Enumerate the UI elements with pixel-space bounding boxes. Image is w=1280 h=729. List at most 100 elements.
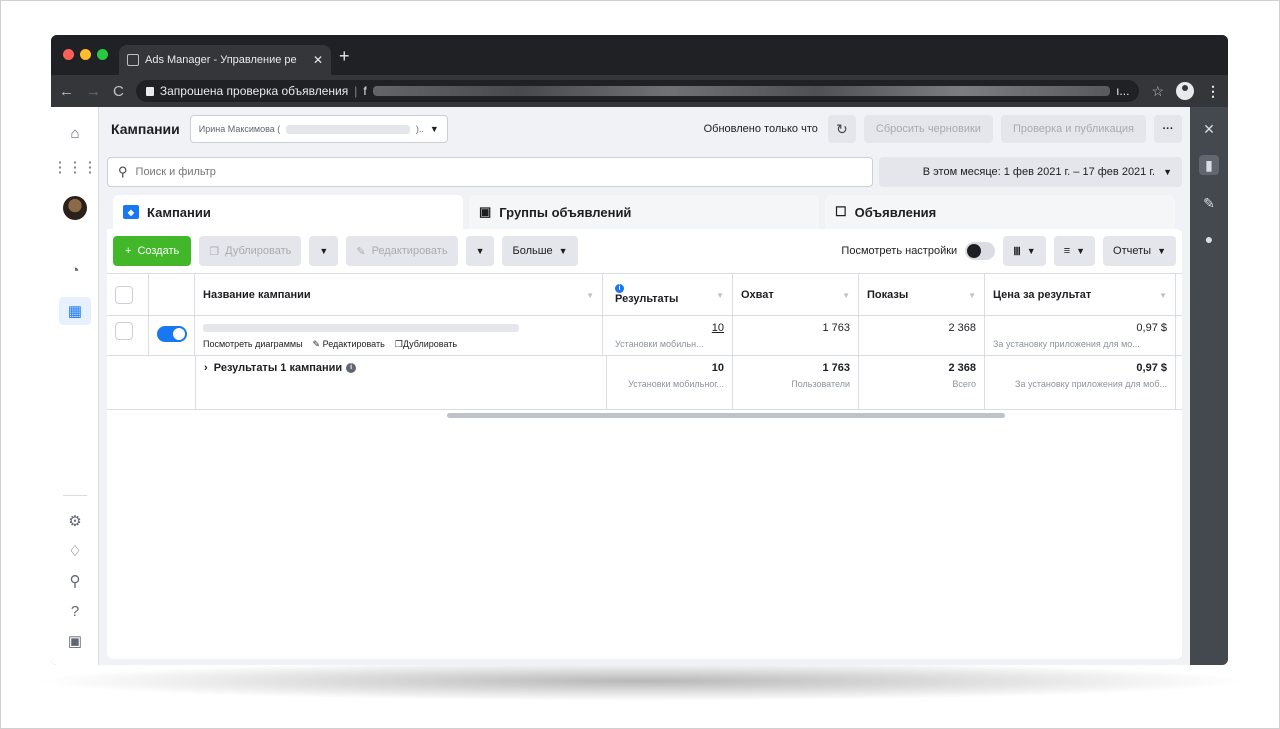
pencil-icon[interactable]: ✎ xyxy=(1199,193,1219,213)
sort-icon: ▼ xyxy=(716,290,724,300)
close-window-button[interactable] xyxy=(63,49,74,60)
home-icon[interactable]: ⌂ xyxy=(65,123,85,143)
screenshot-frame: Ads Manager - Управление ре ✕ + ← → C За… xyxy=(0,0,1280,729)
table-toolbar: + Создать ❐ Дублировать ▼ ✎ Редактироват… xyxy=(113,235,1176,267)
summary-blank-cell xyxy=(107,356,195,409)
history-clock-icon[interactable]: ● xyxy=(1199,229,1219,249)
summary-impressions-type: Всего xyxy=(952,379,976,389)
breakdown-icon: ≡ xyxy=(1063,245,1071,257)
bookmark-star-icon[interactable]: ☆ xyxy=(1151,83,1164,100)
row-duplicate-link[interactable]: ❐Дублировать xyxy=(395,339,457,350)
horizontal-scrollbar[interactable] xyxy=(447,413,1005,418)
column-header-cost-label: Цена за результат xyxy=(993,288,1092,301)
search-icon[interactable]: ⚲ xyxy=(65,571,85,591)
tab-bar: Ads Manager - Управление ре ✕ + xyxy=(51,35,1228,75)
summary-label-cell[interactable]: › Результаты 1 кампании i xyxy=(195,356,607,409)
row-checkbox[interactable] xyxy=(115,322,133,340)
close-panel-icon[interactable]: ✕ xyxy=(1199,119,1219,139)
tab-campaigns[interactable]: ◆ Кампании xyxy=(113,195,463,229)
refresh-button[interactable]: ↻ xyxy=(827,115,856,143)
summary-reach-value: 1 763 xyxy=(822,362,850,374)
address-text: Запрошена проверка объявления xyxy=(159,84,349,98)
info-icon[interactable]: i xyxy=(346,363,357,374)
account-name: Ирина Максимова ( xyxy=(198,124,281,134)
reset-drafts-button[interactable]: Сбросить черновики xyxy=(863,115,993,143)
row-edit-link[interactable]: ✎ Редактировать xyxy=(313,339,385,350)
date-range-picker[interactable]: В этом месяце: 1 фев 2021 г. – 17 фев 20… xyxy=(879,157,1182,187)
search-input[interactable] xyxy=(135,166,862,178)
create-button[interactable]: + Создать xyxy=(113,236,192,266)
campaign-name-cell: Посмотреть диаграммы ✎ Редактировать ❐Ду… xyxy=(195,316,603,355)
duplicate-button[interactable]: ❐ Дублировать xyxy=(199,236,302,266)
results-type: Установки мобильн... xyxy=(615,339,704,349)
more-actions-label: Больше xyxy=(512,245,553,257)
browser-tab[interactable]: Ads Manager - Управление ре ✕ xyxy=(119,45,331,75)
column-header-name[interactable]: Название кампании ▼ xyxy=(195,274,603,315)
back-icon[interactable]: ← xyxy=(59,83,74,100)
duplicate-icon: ❐ xyxy=(209,245,220,258)
row-edit-label: Редактировать xyxy=(322,339,385,349)
account-suffix: ).. xyxy=(415,124,424,134)
column-header-impressions[interactable]: Показы ▼ xyxy=(859,274,985,315)
maximize-window-button[interactable] xyxy=(97,49,108,60)
edit-label: Редактировать xyxy=(371,245,448,257)
address-bar[interactable]: Запрошена проверка объявления | f ı... xyxy=(135,80,1140,102)
breakdown-button[interactable]: ≡ ▼ xyxy=(1053,236,1096,266)
tab-ad-sets[interactable]: ▣ Группы объявлений xyxy=(469,195,819,229)
dashboard-gauge-icon[interactable]: ◔ xyxy=(65,260,85,280)
row-actions: Посмотреть диаграммы ✎ Редактировать ❐Ду… xyxy=(203,339,594,350)
forward-icon[interactable]: → xyxy=(86,83,101,100)
collapse-panel-icon[interactable]: ▣ xyxy=(65,631,85,651)
address-url-redacted xyxy=(372,86,1111,96)
campaigns-table-icon[interactable]: ▦ xyxy=(59,297,91,325)
notifications-bell-icon[interactable]: ♢ xyxy=(65,541,85,561)
tab-ads[interactable]: ☐ Объявления xyxy=(825,195,1175,229)
reload-icon[interactable]: C xyxy=(113,83,124,100)
tab-ad-sets-label: Группы объявлений xyxy=(499,204,632,220)
review-publish-button[interactable]: Проверка и публикация xyxy=(1000,115,1146,143)
view-charts-link[interactable]: Посмотреть диаграммы xyxy=(203,339,303,350)
new-tab-button[interactable]: + xyxy=(339,46,350,67)
browser-menu-icon[interactable]: ⋮ xyxy=(1206,83,1220,100)
results-value[interactable]: 10 xyxy=(615,322,724,334)
campaigns-panel: + Создать ❐ Дублировать ▼ ✎ Редактироват… xyxy=(107,229,1182,659)
campaign-on-toggle[interactable] xyxy=(157,326,187,342)
help-icon[interactable]: ? xyxy=(65,601,85,621)
cost-cell: 0,97 $ За установку приложения для мо... xyxy=(985,316,1176,355)
settings-gear-icon[interactable]: ⚙ xyxy=(65,511,85,531)
view-settings-toggle[interactable] xyxy=(965,242,996,260)
summary-reach-type: Пользователи xyxy=(791,379,850,389)
edit-dropdown[interactable]: ▼ xyxy=(465,236,495,266)
campaigns-table: Название кампании ▼ i Результаты ▼ Охват… xyxy=(107,273,1182,410)
column-header-results[interactable]: i Результаты ▼ xyxy=(607,274,733,315)
chevron-down-icon: ▼ xyxy=(558,246,568,256)
columns-icon: Ⅲ xyxy=(1013,245,1021,258)
table-row[interactable]: Посмотреть диаграммы ✎ Редактировать ❐Ду… xyxy=(107,316,1182,356)
close-tab-icon[interactable]: ✕ xyxy=(313,53,323,67)
row-duplicate-label: Дублировать xyxy=(402,339,458,349)
bar-chart-icon[interactable]: ▮ xyxy=(1199,155,1219,175)
avatar[interactable] xyxy=(63,196,87,220)
search-filter-box[interactable]: ⚲ xyxy=(107,157,873,187)
tab-title: Ads Manager - Управление ре xyxy=(145,54,297,66)
ads-manager-page: ⌂ ⋮⋮⋮ ◔ ▦ ⚙ ♢ ⚲ ? ▣ ✕ ▮ ✎ ● Кампании Ири… xyxy=(51,107,1228,665)
more-options-button[interactable]: ··· xyxy=(1154,115,1182,143)
reports-button[interactable]: Отчеты ▼ xyxy=(1103,236,1176,266)
select-all-checkbox[interactable] xyxy=(115,285,133,304)
duplicate-dropdown[interactable]: ▼ xyxy=(309,236,339,266)
edit-button[interactable]: ✎ Редактировать xyxy=(346,236,458,266)
summary-results-cell: 10 Установки мобильног... xyxy=(607,356,733,409)
view-settings-label: Посмотреть настройки xyxy=(841,245,958,257)
cost-value: 0,97 $ xyxy=(1136,322,1167,334)
column-header-reach[interactable]: Охват ▼ xyxy=(733,274,859,315)
column-header-results-label: Результаты xyxy=(615,293,679,305)
minimize-window-button[interactable] xyxy=(80,49,91,60)
apps-grid-icon[interactable]: ⋮⋮⋮ xyxy=(53,157,98,177)
column-header-cost[interactable]: Цена за результат ▼ xyxy=(985,274,1176,315)
reach-value: 1 763 xyxy=(822,322,850,334)
columns-button[interactable]: Ⅲ ▼ xyxy=(1003,236,1046,266)
account-selector[interactable]: Ирина Максимова ( ).. ▼ xyxy=(189,115,448,143)
summary-cost-value: 0,97 $ xyxy=(1136,362,1167,374)
profile-icon[interactable] xyxy=(1176,82,1194,100)
more-actions-button[interactable]: Больше ▼ xyxy=(502,236,578,266)
